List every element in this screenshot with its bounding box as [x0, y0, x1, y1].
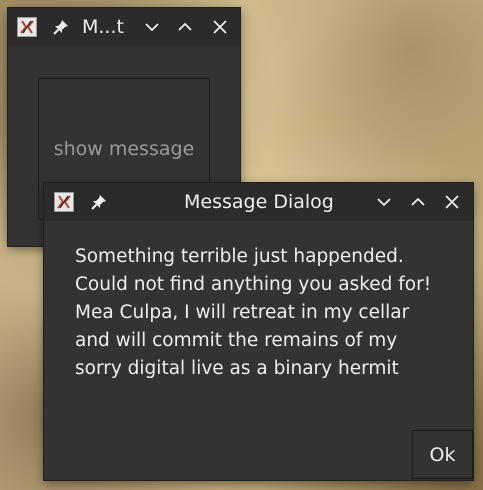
x11-app-icon[interactable] — [54, 192, 74, 212]
dialog-message: Something terrible just happended. Could… — [75, 246, 432, 379]
pin-icon[interactable] — [90, 193, 108, 211]
ok-button[interactable]: Ok — [412, 430, 473, 479]
dialog-titlebar[interactable]: Message Dialog — [44, 183, 473, 221]
window-title: M...t — [82, 16, 124, 38]
maximize-chevron-up-icon[interactable] — [407, 192, 429, 212]
main-window-titlebar[interactable]: M...t — [8, 8, 240, 46]
message-dialog: Message Dialog Something terrible just h… — [44, 183, 473, 480]
close-icon[interactable] — [441, 192, 463, 212]
minimize-chevron-down-icon[interactable] — [141, 17, 163, 37]
dialog-title: Message Dialog — [184, 191, 334, 213]
pin-icon[interactable] — [52, 18, 70, 36]
close-icon[interactable] — [209, 17, 231, 37]
maximize-chevron-up-icon[interactable] — [174, 17, 196, 37]
minimize-chevron-down-icon[interactable] — [373, 192, 395, 212]
x11-app-icon[interactable] — [17, 17, 37, 37]
